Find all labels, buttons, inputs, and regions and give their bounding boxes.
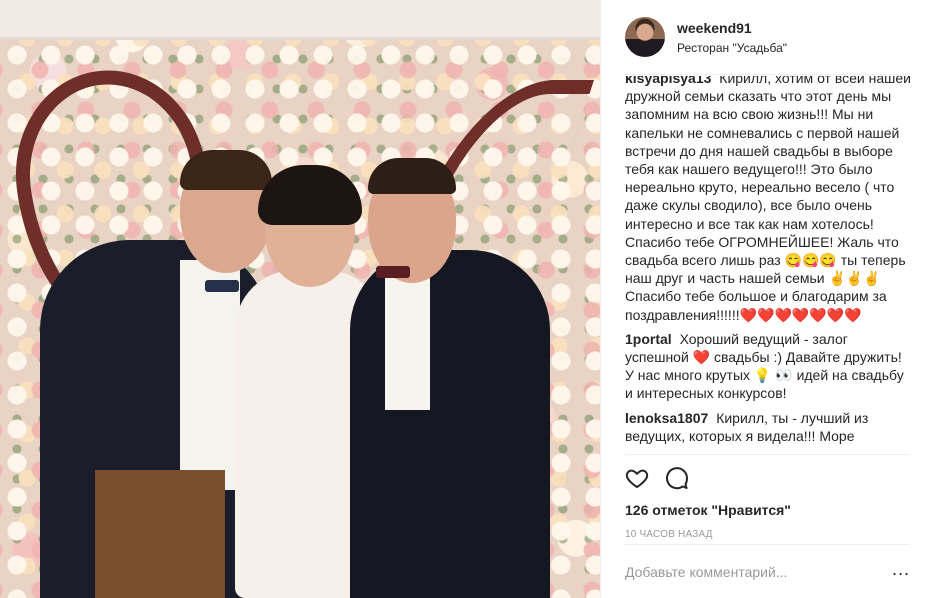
post-author-block: weekend91 Ресторан "Усадьба": [677, 19, 787, 56]
post-photo[interactable]: [0, 0, 600, 598]
speech-bubble-icon[interactable]: [665, 466, 689, 490]
comment-author[interactable]: lenoksa1807: [625, 410, 708, 426]
comment-author[interactable]: 1portal: [625, 331, 672, 347]
post-location[interactable]: Ресторан "Усадьба": [677, 40, 787, 56]
photo-person-left-pants: [95, 470, 225, 598]
comment-input[interactable]: [625, 563, 875, 580]
comment-item: kisyapisya13 Кирилл, хотим от всей нашей…: [625, 76, 912, 324]
comment-author[interactable]: kisyapisya13: [625, 76, 711, 86]
post-header: weekend91 Ресторан "Усадьба": [625, 0, 910, 75]
photo-person-left-shirt: [180, 260, 240, 490]
comment-item: 1portal Хороший ведущий - залог успешной…: [625, 330, 912, 403]
add-comment-bar: ...: [625, 544, 910, 598]
comment-item: lenoksa1807 Кирилл, ты - лучший из ведущ…: [625, 409, 912, 445]
photo-ceiling: [0, 0, 600, 40]
photo-bride-hair: [258, 165, 362, 225]
photo-person-right-hair: [368, 158, 456, 194]
comments-list[interactable]: kisyapisya13 Кирилл, хотим от всей нашей…: [625, 76, 912, 454]
post-username[interactable]: weekend91: [677, 19, 787, 37]
heart-outline-icon[interactable]: [625, 466, 649, 490]
action-icons: [625, 455, 910, 501]
photo-bowtie-right: [376, 266, 410, 278]
comment-text: Кирилл, хотим от всей нашей дружной семь…: [625, 76, 911, 323]
post-actions: 126 отметок "Нравится" 10 ЧАСОВ НАЗАД: [625, 454, 910, 544]
more-options-icon[interactable]: ...: [892, 560, 910, 580]
photo-bowtie-left: [205, 280, 239, 292]
photo-person-right: [350, 250, 550, 598]
post-timestamp[interactable]: 10 ЧАСОВ НАЗАД: [625, 529, 910, 541]
likes-count[interactable]: 126 отметок "Нравится": [625, 501, 910, 519]
avatar[interactable]: [625, 17, 665, 57]
photo-person-left-hair: [180, 150, 272, 190]
post-sidebar: weekend91 Ресторан "Усадьба" kisyapisya1…: [600, 0, 933, 598]
